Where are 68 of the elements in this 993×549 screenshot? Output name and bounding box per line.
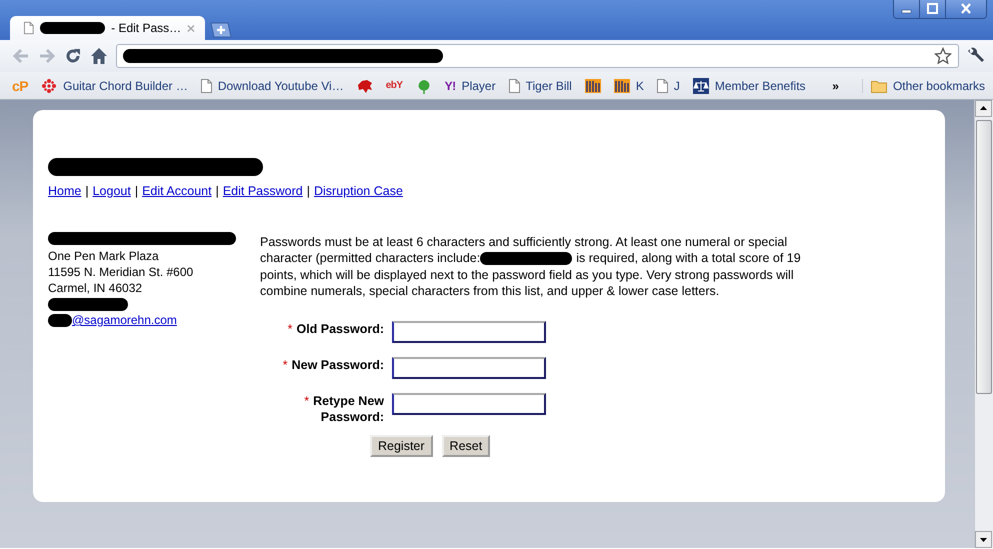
nav-link[interactable]: Home xyxy=(48,184,82,198)
password-field[interactable] xyxy=(392,393,546,416)
required-marker: * xyxy=(288,322,292,336)
nav-link[interactable]: Disruption Case xyxy=(314,184,403,198)
nav-separator: | xyxy=(306,184,310,198)
bars-icon xyxy=(614,78,630,94)
dragon-icon[interactable] xyxy=(356,78,373,94)
intro-text: points, which will be displayed next to the password field as you type. Very strong passwords will xyxy=(260,266,794,283)
nav-separator: | xyxy=(85,184,89,198)
wrench-icon[interactable] xyxy=(967,47,985,65)
bookmark-item[interactable]: K xyxy=(614,78,644,94)
bars-icon[interactable] xyxy=(584,78,601,94)
browser-tab[interactable]: - Edit Pass… xyxy=(10,16,205,40)
intro-text: character (permitted characters include: xyxy=(260,250,480,267)
form-button[interactable]: Reset xyxy=(442,435,490,458)
scroll-thumb[interactable] xyxy=(976,120,992,394)
field-label: New Password: xyxy=(292,358,384,372)
nav-link[interactable]: Edit Account xyxy=(142,184,212,198)
required-marker: * xyxy=(282,358,288,372)
other-bookmarks-button[interactable]: Other bookmarks xyxy=(862,78,985,92)
page-icon xyxy=(508,78,520,92)
redaction-mark xyxy=(40,22,106,34)
bookmark-item[interactable]: Y! Player xyxy=(444,78,496,92)
nav-link[interactable]: Logout xyxy=(92,184,131,198)
password-field[interactable] xyxy=(392,321,546,344)
bookmark-item[interactable]: Download Youtube Vi… xyxy=(200,78,344,92)
address-line: Carmel, IN 46032 xyxy=(48,280,144,296)
field-label: Old Password: xyxy=(296,322,384,336)
bookmark-item[interactable]: Member Benefits xyxy=(692,78,806,94)
bookmark-item[interactable]: J xyxy=(656,78,680,92)
nav-separator: | xyxy=(134,184,138,198)
minimize-button[interactable] xyxy=(894,0,919,18)
nav-separator: | xyxy=(216,184,219,198)
intro-text: is required, along with a total score of 19 xyxy=(576,250,801,267)
flower-icon xyxy=(41,78,58,94)
bookmark-item[interactable]: Guitar Chord Builder … xyxy=(41,78,188,94)
bookmark-item[interactable]: Tiger Bill xyxy=(508,78,572,92)
home-icon[interactable] xyxy=(90,47,108,65)
intro-text: Passwords must be at least 6 characters and sufficiently strong. At least one numeral or special xyxy=(260,234,788,250)
scales-icon xyxy=(692,78,709,94)
field-label: Retype New Password: xyxy=(313,394,384,424)
intro-text: combine numerals, special characters from this list, and upper & lower case letters. xyxy=(260,282,720,300)
address-line: One Pen Mark Plaza xyxy=(48,248,160,264)
address-line: 11595 N. Meridian St. #600 xyxy=(48,264,194,280)
star-icon[interactable] xyxy=(934,47,952,65)
leaf-icon[interactable] xyxy=(416,78,432,94)
folder-icon xyxy=(870,78,887,92)
required-marker: * xyxy=(304,394,310,408)
page-icon xyxy=(656,78,668,92)
page-icon xyxy=(200,78,212,92)
maximize-button[interactable] xyxy=(919,0,945,18)
redaction-mark xyxy=(48,314,72,326)
nav-link[interactable]: Edit Password xyxy=(222,184,303,198)
reload-icon[interactable] xyxy=(64,47,82,65)
scroll-up-button[interactable] xyxy=(975,100,992,117)
close-button[interactable] xyxy=(945,0,986,18)
address-bar[interactable] xyxy=(116,44,959,68)
tab-title: - Edit Pass… xyxy=(111,21,182,35)
email-link[interactable]: @sagamorehn.com xyxy=(72,312,177,328)
page-icon xyxy=(24,21,34,35)
password-field[interactable] xyxy=(392,357,546,380)
scrollbar[interactable] xyxy=(974,100,993,548)
form-button[interactable]: Register xyxy=(370,435,433,458)
site-logo: Y! xyxy=(444,78,456,92)
new-tab-button[interactable] xyxy=(209,22,233,38)
bookmark-item[interactable]: ebY xyxy=(386,80,403,91)
more-bookmarks-button[interactable]: » xyxy=(832,78,839,92)
scroll-down-button[interactable] xyxy=(975,531,992,548)
